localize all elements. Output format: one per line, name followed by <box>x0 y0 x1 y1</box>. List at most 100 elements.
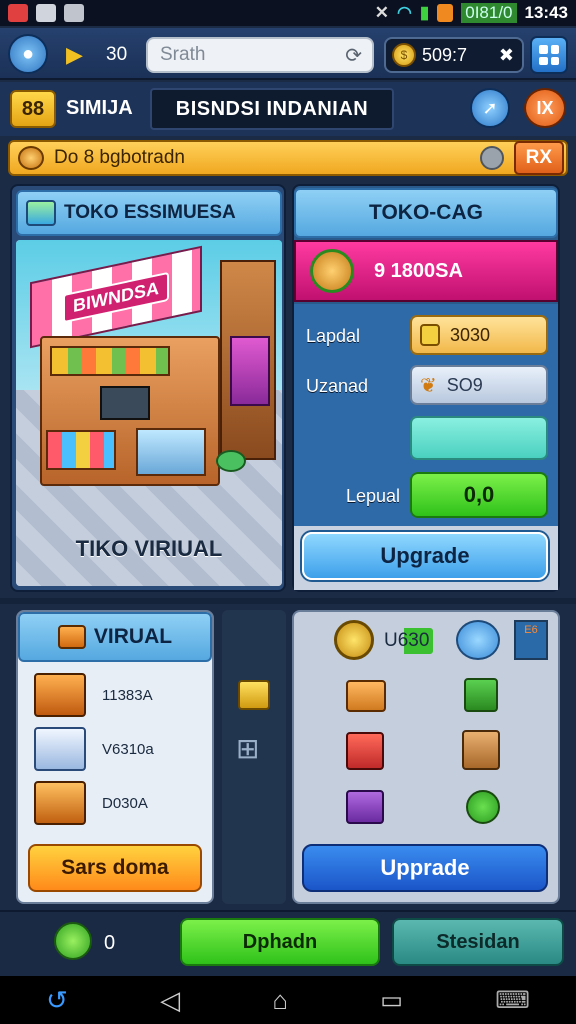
stat-value-3 <box>410 416 548 460</box>
recents-icon[interactable]: ▭ <box>380 986 403 1015</box>
coin-value: U630 <box>380 628 434 654</box>
vending-machine <box>230 336 270 406</box>
list-item[interactable]: D030A <box>34 778 204 828</box>
mail-icon <box>64 4 84 22</box>
gem-icon[interactable] <box>54 922 92 960</box>
shop-scene[interactable]: BIWNDSA TIKO VIRIUAL <box>16 240 282 586</box>
virtual-action-button[interactable]: Sars doma <box>28 844 202 892</box>
shop-panel-title: TOKO ESSIMUESA <box>64 202 236 223</box>
level-number: 30 <box>106 44 128 65</box>
leaf-icon[interactable] <box>466 790 500 824</box>
status-bar: ✕ ◠ ▮ 0I81/0 13:43 <box>0 0 576 26</box>
cart-icon <box>34 673 86 717</box>
level-badge: 88 <box>10 90 56 128</box>
parcel-icon[interactable] <box>462 730 500 770</box>
tools-icon[interactable]: ✖ <box>499 45 514 66</box>
compass-icon: ➚ <box>482 97 498 118</box>
quest-bar[interactable]: Do 8 bgbotradn RX <box>8 140 568 176</box>
game-title: BISNDSI INDANIAN <box>150 88 394 130</box>
treasure-icon <box>18 146 44 170</box>
stat-label-1: Lapdal <box>306 326 361 346</box>
document-icon <box>34 727 86 771</box>
search-placeholder: Srath <box>160 44 206 65</box>
quest-text: Do 8 bgbotradn <box>54 147 185 168</box>
stat-label-2: Uzanad <box>306 376 369 396</box>
stat-value-1: 3030 <box>410 315 548 355</box>
stats-banner-value: 9 1800SA <box>374 259 463 282</box>
list-item-value: V6310a <box>102 740 154 758</box>
box-icon <box>57 625 86 649</box>
basket-icon <box>34 781 86 825</box>
gem-count: 0 <box>104 932 116 954</box>
grid-menu-button[interactable] <box>530 36 568 74</box>
stat-value-2: ❦ SO9 <box>410 365 548 405</box>
shop-shelf <box>50 346 170 376</box>
reward-button[interactable]: RX <box>513 141 564 175</box>
grid-icon <box>539 45 548 54</box>
mute-icon: ✕ <box>374 3 390 22</box>
keyboard-icon[interactable]: ⌨ <box>495 986 530 1015</box>
glass-door <box>136 428 206 476</box>
list-item[interactable]: V6310a <box>34 724 204 774</box>
red-box-icon[interactable] <box>346 732 384 770</box>
note-icon <box>420 324 440 346</box>
coin-icon: $ <box>392 43 416 67</box>
wifi-icon: ◠ <box>397 3 412 22</box>
grid-icon-cell <box>550 45 559 54</box>
crate-icon <box>310 249 354 293</box>
stats-banner: 9 1800SA <box>294 240 558 302</box>
basket-bubble-icon[interactable] <box>456 620 500 660</box>
close-label: IX <box>536 97 554 118</box>
stat-value-1-text: 3030 <box>450 324 491 345</box>
list-item[interactable]: 11383A <box>34 670 204 720</box>
battery-text: 0I81/0 <box>461 3 517 23</box>
teal-action-button[interactable]: Stesidan <box>392 918 564 966</box>
divider <box>0 598 576 604</box>
back-icon[interactable]: ◁ <box>160 985 180 1016</box>
virtual-panel-title: VIRUAL <box>93 625 173 648</box>
tag-icon: ❦ <box>420 374 437 397</box>
player-name: SIMIJA <box>66 97 133 119</box>
chat-bubble-icon: ● <box>21 42 35 65</box>
stack-icon[interactable] <box>238 680 270 710</box>
close-button[interactable]: IX <box>524 88 566 128</box>
map-icon <box>26 200 56 226</box>
signal-icon: ▮ <box>419 3 430 22</box>
notification-icon <box>8 4 28 22</box>
settings-icon[interactable] <box>479 146 504 170</box>
grid-icon-cell <box>539 56 548 65</box>
final-label: Lepual <box>346 486 401 506</box>
upgrade-button[interactable]: Upgrade <box>302 532 548 580</box>
goods-crate <box>46 430 116 470</box>
shop-panel-header: TOKO ESSIMUESA <box>16 190 282 236</box>
plant-pot <box>216 450 246 472</box>
android-nav-bar: ↺ ◁ ⌂ ▭ ⌨ <box>0 976 576 1024</box>
box-item-icon[interactable] <box>346 680 386 712</box>
coin-counter[interactable]: $ 509:7 ✖ <box>384 37 524 73</box>
search-input[interactable]: Srath ⟳ <box>146 37 374 73</box>
rotate-icon[interactable]: ↺ <box>46 985 68 1016</box>
list-item-value: 11383A <box>102 686 153 704</box>
virtual-panel-header: VIRUAL <box>18 612 212 662</box>
green-action-button[interactable]: Dphadn <box>180 918 380 966</box>
list-item-value: D030A <box>102 794 148 812</box>
corner-badge: E6 <box>514 620 548 660</box>
clock: 13:43 <box>524 3 568 22</box>
search-icon[interactable]: ⟳ <box>345 43 362 68</box>
panel-upgrade-button[interactable]: Upprade <box>302 844 548 892</box>
compass-button[interactable]: ➚ <box>470 88 510 128</box>
purple-box-icon[interactable] <box>346 790 384 824</box>
gold-coin-icon <box>334 620 374 660</box>
stat-value-2-text: SO9 <box>446 374 483 395</box>
shop-footer-label: TIKO VIRIUAL <box>75 536 223 561</box>
home-icon[interactable]: ⌂ <box>272 985 288 1016</box>
app-icon <box>437 4 454 22</box>
cart-outline-icon[interactable]: ⊞ <box>236 732 259 765</box>
arrow-icon[interactable]: ▶ <box>66 42 83 68</box>
green-gift-icon[interactable] <box>464 678 498 712</box>
image-icon <box>36 4 56 22</box>
final-value-button[interactable]: 0,0 <box>410 472 548 518</box>
cash-register <box>100 386 150 420</box>
coin-amount: 509:7 <box>422 44 468 65</box>
chat-button[interactable]: ● <box>8 34 48 74</box>
